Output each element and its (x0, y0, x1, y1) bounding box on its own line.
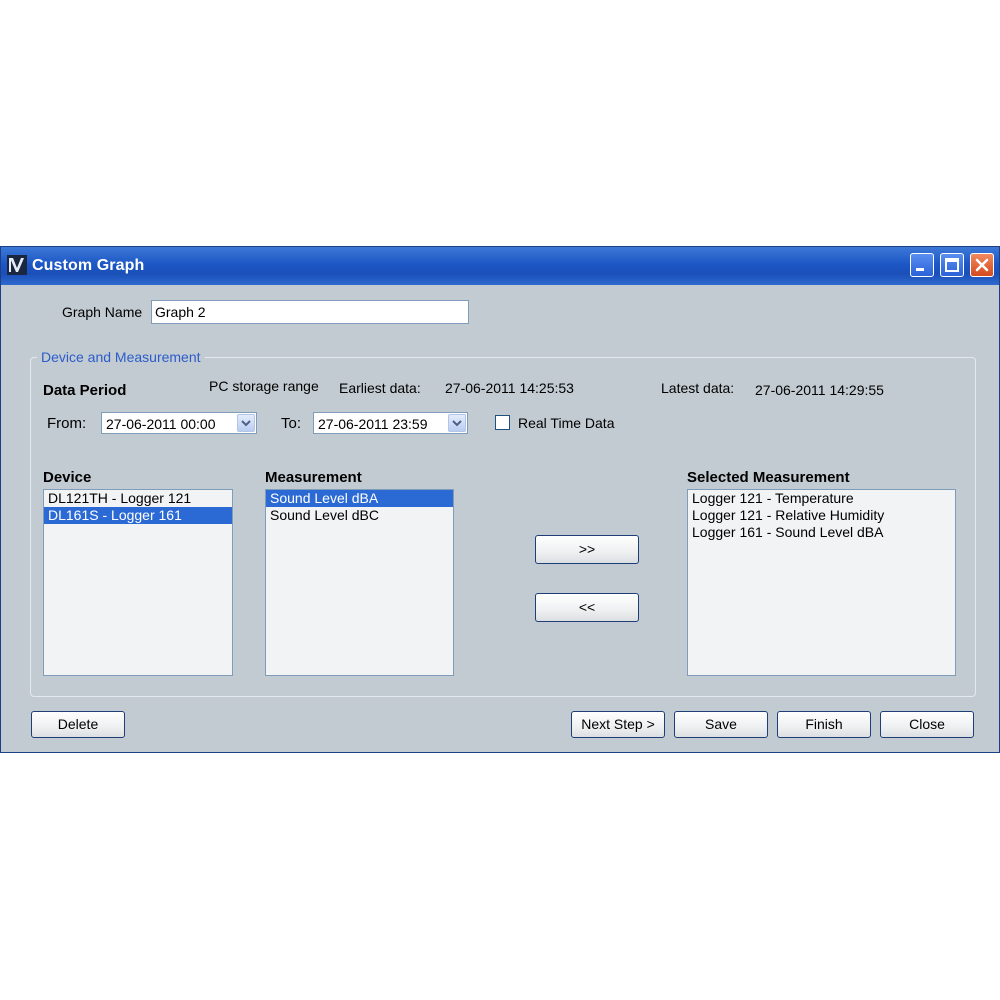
minimize-icon (916, 268, 924, 271)
list-item[interactable]: Logger 161 - Sound Level dBA (688, 524, 955, 541)
from-date-value: 27-06-2011 00:00 (106, 416, 216, 432)
latest-data-value: 27-06-2011 14:29:55 (755, 382, 884, 398)
list-item[interactable]: Sound Level dBA (266, 490, 453, 507)
from-dropdown-button[interactable] (237, 414, 255, 432)
from-date-combo[interactable]: 27-06-2011 00:00 (101, 412, 257, 434)
selected-measurement-list[interactable]: Logger 121 - Temperature Logger 121 - Re… (687, 489, 956, 676)
measurement-list[interactable]: Sound Level dBA Sound Level dBC (265, 489, 454, 676)
device-list[interactable]: DL121TH - Logger 121 DL161S - Logger 161 (43, 489, 233, 676)
custom-graph-window: Custom Graph Graph Name Device and Measu… (0, 246, 1000, 753)
graph-name-input[interactable] (151, 300, 469, 324)
graph-name-label: Graph Name (62, 304, 143, 320)
latest-data-label: Latest data: (661, 380, 735, 396)
close-icon (975, 258, 989, 272)
to-label: To: (281, 415, 302, 432)
chevron-down-icon (452, 420, 462, 427)
list-item[interactable]: Logger 121 - Temperature (688, 490, 955, 507)
save-button[interactable]: Save (674, 711, 768, 738)
minimize-button[interactable] (910, 253, 934, 277)
list-item[interactable]: DL121TH - Logger 121 (44, 490, 232, 507)
to-dropdown-button[interactable] (448, 414, 466, 432)
data-period-label: Data Period (43, 382, 127, 399)
close-window-button[interactable] (970, 253, 994, 277)
add-measurement-button[interactable]: >> (535, 535, 639, 564)
from-label: From: (47, 415, 87, 432)
earliest-data-value: 27-06-2011 14:25:53 (445, 380, 574, 396)
chevron-down-icon (241, 420, 251, 427)
maximize-icon (945, 258, 959, 272)
measurement-header: Measurement (265, 469, 362, 486)
window-title: Custom Graph (32, 257, 145, 274)
pc-storage-range-label: PC storage range (209, 378, 319, 394)
next-step-button[interactable]: Next Step > (571, 711, 665, 738)
real-time-data-checkbox[interactable] (495, 415, 510, 430)
delete-button[interactable]: Delete (31, 711, 125, 738)
finish-button[interactable]: Finish (777, 711, 871, 738)
group-title: Device and Measurement (37, 349, 205, 365)
close-button[interactable]: Close (880, 711, 974, 738)
selected-measurement-header: Selected Measurement (687, 469, 850, 486)
device-header: Device (43, 469, 92, 486)
list-item[interactable]: Logger 121 - Relative Humidity (688, 507, 955, 524)
title-bar[interactable]: Custom Graph (1, 247, 999, 285)
to-date-value: 27-06-2011 23:59 (318, 416, 428, 432)
list-item[interactable]: Sound Level dBC (266, 507, 453, 524)
app-logo-icon (7, 255, 27, 275)
maximize-button[interactable] (940, 253, 964, 277)
to-date-combo[interactable]: 27-06-2011 23:59 (313, 412, 468, 434)
earliest-data-label: Earliest data: (339, 380, 421, 396)
real-time-data-label: Real Time Data (518, 415, 615, 431)
remove-measurement-button[interactable]: << (535, 593, 639, 622)
list-item[interactable]: DL161S - Logger 161 (44, 507, 232, 524)
